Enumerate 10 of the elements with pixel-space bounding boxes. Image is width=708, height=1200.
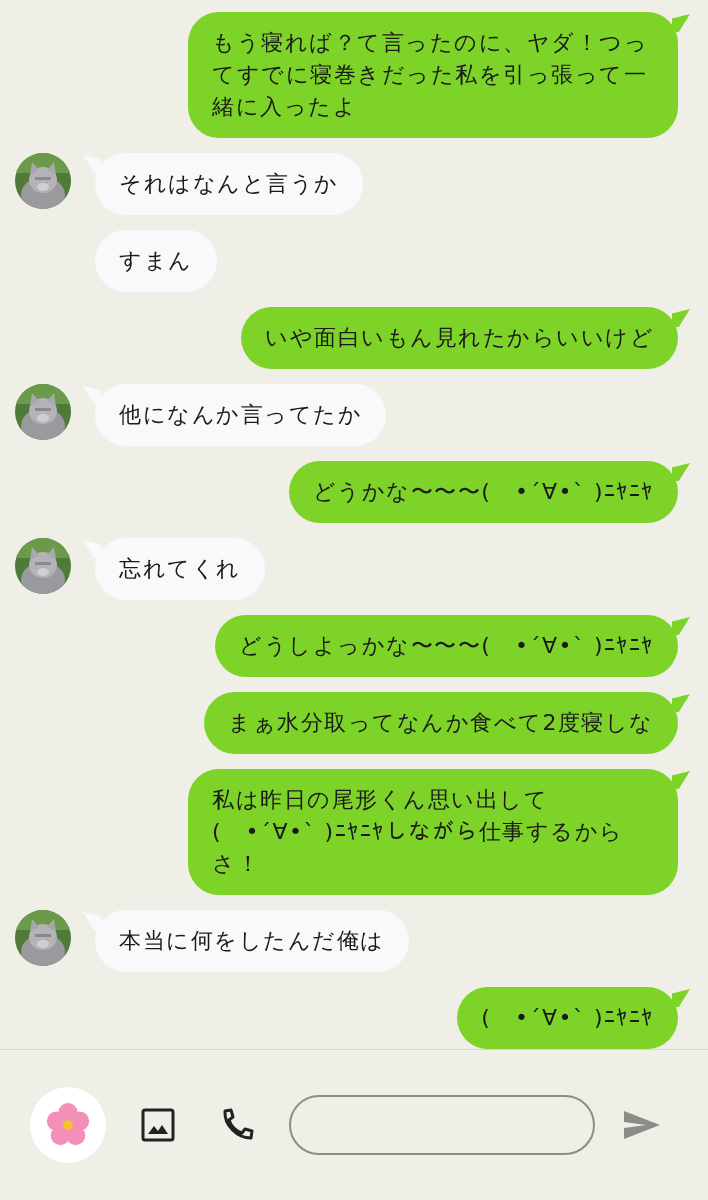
bubble-tail [672,309,690,327]
bubble-tail [672,14,690,32]
image-icon[interactable] [140,1107,176,1143]
bubble-tail [672,617,690,635]
bubble-tail [672,694,690,712]
bubble-tail [672,989,690,1007]
bubble-tail [672,771,690,789]
send-icon[interactable] [622,1109,662,1141]
bubble-tail [672,463,690,481]
message-input[interactable] [289,1095,595,1155]
